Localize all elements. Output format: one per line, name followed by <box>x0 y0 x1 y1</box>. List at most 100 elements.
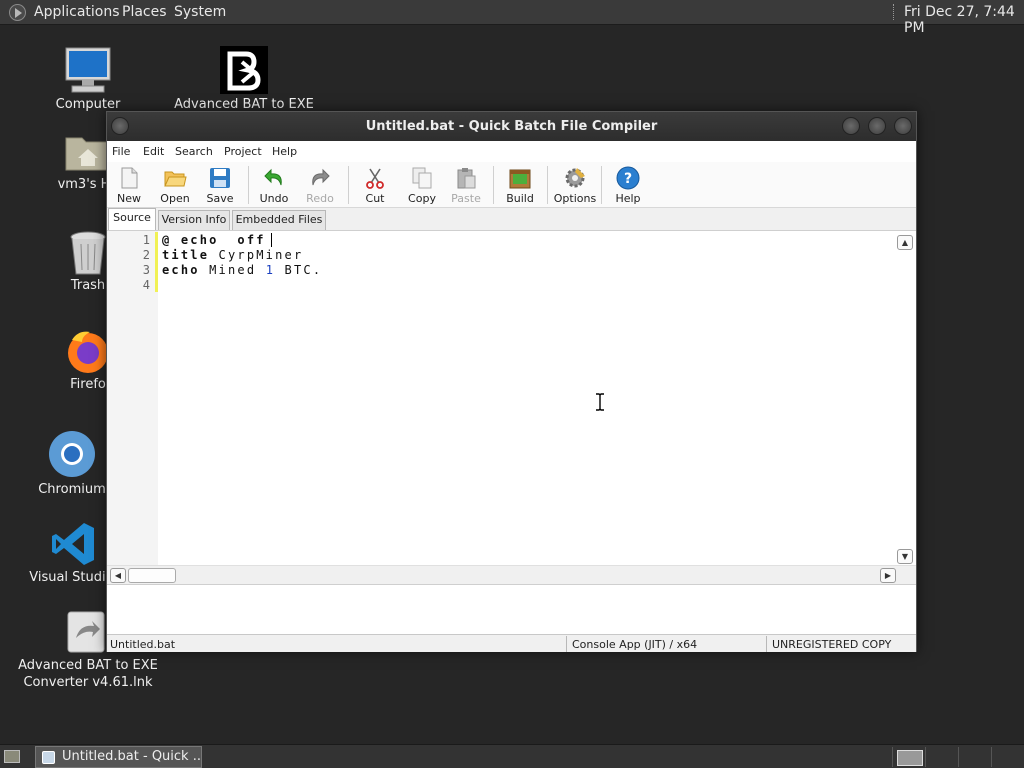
clock[interactable]: Fri Dec 27, 7:44 PM <box>904 4 1024 36</box>
workspace-2[interactable] <box>925 747 958 767</box>
window-menu-icon[interactable] <box>111 117 129 135</box>
line-number: 1 <box>142 233 150 247</box>
scroll-down-icon[interactable]: ▼ <box>897 549 913 564</box>
menu-help[interactable]: Help <box>272 145 297 158</box>
desktop-icon-advanced-bat-to-exe[interactable]: Advanced BAT to EXE <box>164 44 324 116</box>
keyword: title <box>162 248 210 262</box>
menu-bar: File Edit Search Project Help <box>107 141 916 162</box>
code-editor[interactable]: 1 2 3 4 @ echo off title CyrpMiner echo … <box>107 230 916 584</box>
undo-button[interactable]: Undo <box>252 164 296 206</box>
scroll-right-icon[interactable]: ▶ <box>880 568 896 583</box>
scissors-icon <box>366 168 384 189</box>
line-number: 2 <box>142 248 150 262</box>
build-button[interactable]: Build <box>498 164 542 206</box>
vscode-icon <box>52 523 94 565</box>
menu-search[interactable]: Search <box>175 145 213 158</box>
tab-embedded-files[interactable]: Embedded Files <box>232 210 326 230</box>
cut-button[interactable]: Cut <box>353 164 397 206</box>
modified-line-marker <box>155 232 158 247</box>
build-label: Build <box>506 192 534 205</box>
desktop-icon-label-line-2: Converter v4.61.lnk <box>23 675 153 690</box>
code-text: Mined <box>199 263 266 277</box>
keyword: echo <box>162 263 200 277</box>
horizontal-scrollbar[interactable]: ◀ ▶ <box>107 565 916 584</box>
bat-to-exe-logo-icon <box>220 46 268 94</box>
line-number-gutter: 1 2 3 4 <box>107 231 158 566</box>
workspace-1[interactable] <box>892 747 925 767</box>
save-button[interactable]: Save <box>198 164 242 206</box>
desktop-icon-label-line-1: Advanced BAT to EXE <box>18 658 158 673</box>
places-menu[interactable]: Places <box>122 4 167 20</box>
paste-icon <box>457 168 476 189</box>
gear-icon <box>565 168 585 188</box>
save-icon <box>210 168 230 188</box>
app-icon <box>42 751 55 764</box>
chromium-icon <box>49 431 95 477</box>
modified-line-marker <box>155 277 158 292</box>
horizontal-scroll-thumb[interactable] <box>128 568 176 583</box>
panel-separator <box>893 4 895 20</box>
options-button[interactable]: Options <box>553 164 597 206</box>
workspace-4[interactable] <box>991 747 1024 767</box>
help-icon: ? <box>616 166 640 190</box>
modified-line-marker <box>155 247 158 262</box>
redo-button[interactable]: Redo <box>298 164 342 206</box>
minimize-icon[interactable] <box>842 117 860 135</box>
tab-version-info[interactable]: Version Info <box>158 210 230 230</box>
line-number: 3 <box>142 263 150 277</box>
open-button[interactable]: Open <box>153 164 197 206</box>
toolbar: New Open Save Undo Redo Cut Copy Paste B… <box>107 162 916 208</box>
new-file-icon <box>121 167 138 189</box>
close-icon[interactable] <box>894 117 912 135</box>
trash-icon <box>70 231 106 275</box>
build-icon <box>509 169 531 189</box>
tab-source[interactable]: Source <box>108 208 156 230</box>
status-divider <box>766 636 767 652</box>
applications-menu-icon[interactable] <box>9 4 26 21</box>
open-folder-icon <box>164 171 187 187</box>
home-folder-icon <box>65 137 111 171</box>
output-panel[interactable] <box>107 584 916 634</box>
app-window: Untitled.bat - Quick Batch File Compiler… <box>106 111 917 652</box>
show-desktop-icon[interactable] <box>4 750 20 763</box>
code-text: BTC. <box>275 263 323 277</box>
workspace-switcher <box>892 747 1024 767</box>
undo-icon <box>264 168 282 186</box>
workspace-3[interactable] <box>958 747 991 767</box>
menu-edit[interactable]: Edit <box>143 145 164 158</box>
editor-tabs: Source Version Info Embedded Files <box>107 208 916 230</box>
shortcut-icon <box>67 611 105 653</box>
status-license: UNREGISTERED COPY <box>772 638 892 651</box>
status-file: Untitled.bat <box>110 638 176 651</box>
line-number: 4 <box>142 278 150 292</box>
status-mode: Console App (JIT) / x64 <box>572 638 698 651</box>
options-label: Options <box>553 192 597 205</box>
scroll-left-icon[interactable]: ◀ <box>110 568 126 583</box>
text-caret <box>271 233 272 247</box>
menu-project[interactable]: Project <box>224 145 262 158</box>
taskbar-window-label: Untitled.bat - Quick ... <box>62 749 202 764</box>
desktop-icon-computer[interactable]: Computer <box>8 44 168 116</box>
system-menu[interactable]: System <box>174 4 226 20</box>
text-cursor-icon <box>596 393 604 411</box>
save-label: Save <box>206 192 234 205</box>
status-bar: Untitled.bat Console App (JIT) / x64 UNR… <box>107 634 916 652</box>
paste-button[interactable]: Paste <box>444 164 488 206</box>
new-button[interactable]: New <box>107 164 151 206</box>
help-button[interactable]: ? Help <box>606 164 650 206</box>
window-titlebar[interactable]: Untitled.bat - Quick Batch File Compiler <box>107 112 916 141</box>
vertical-scrollbar[interactable]: ▲ ▼ <box>896 233 915 565</box>
redo-label: Redo <box>306 192 334 205</box>
number-literal: 1 <box>265 263 276 277</box>
menu-file[interactable]: File <box>112 145 130 158</box>
window-title: Untitled.bat - Quick Batch File Compiler <box>365 119 658 134</box>
applications-menu[interactable]: Applications <box>34 4 120 20</box>
help-label: Help <box>615 192 641 205</box>
svg-text:?: ? <box>624 171 632 187</box>
code-line: title CyrpMiner <box>162 248 303 262</box>
taskbar-window-button[interactable]: Untitled.bat - Quick ... <box>35 746 202 768</box>
scroll-up-icon[interactable]: ▲ <box>897 235 913 250</box>
code-text: CyrpMiner <box>209 248 304 262</box>
paste-label: Paste <box>451 192 481 205</box>
maximize-icon[interactable] <box>868 117 886 135</box>
